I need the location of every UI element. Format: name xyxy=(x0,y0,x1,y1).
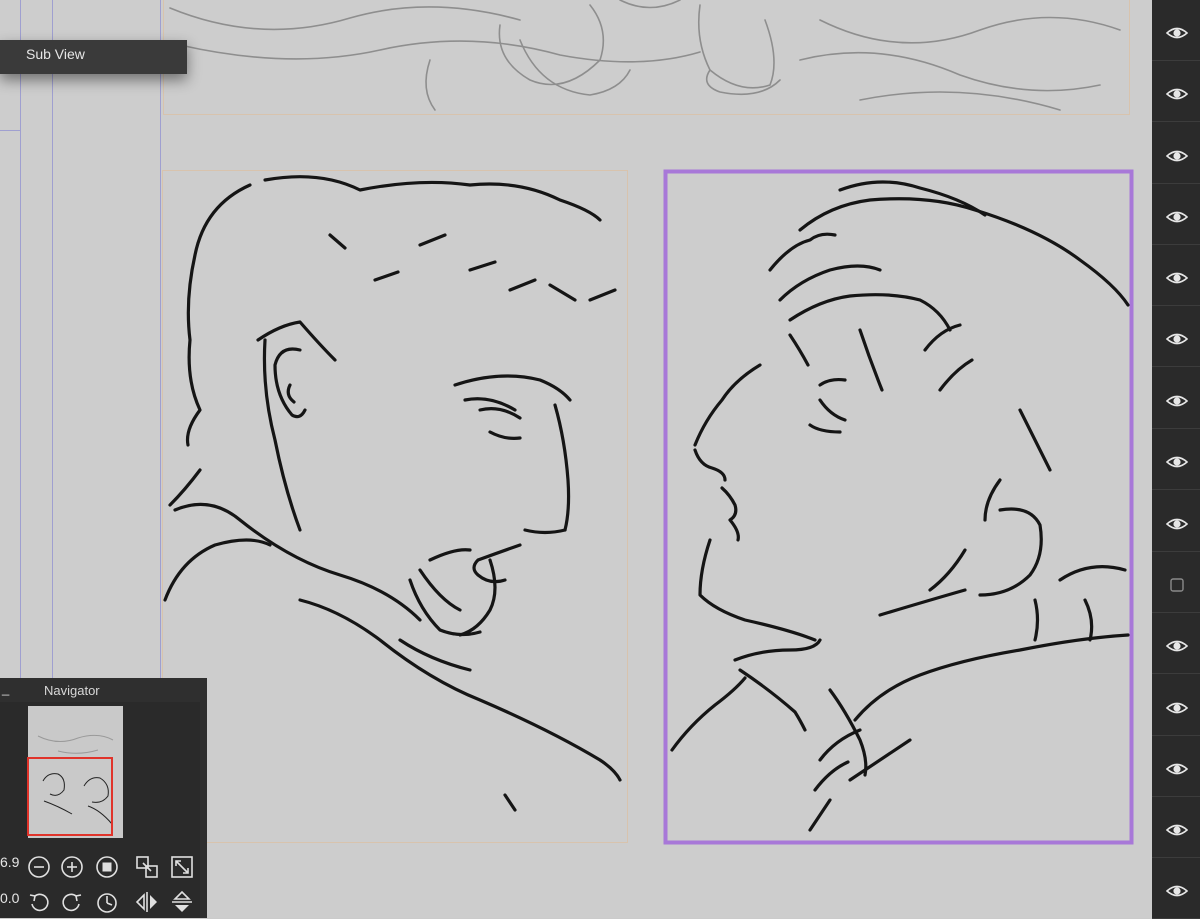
zoom-out-button[interactable] xyxy=(26,854,52,880)
visibility-eye-icon[interactable] xyxy=(1166,451,1188,473)
visibility-eye-icon[interactable] xyxy=(1166,390,1188,412)
rotate-right-icon[interactable] xyxy=(59,889,85,915)
layer-row[interactable] xyxy=(1152,184,1200,245)
visibility-checkbox-icon[interactable] xyxy=(1166,574,1188,596)
layer-row[interactable] xyxy=(1152,491,1200,552)
layer-row[interactable] xyxy=(1152,306,1200,367)
visibility-eye-icon[interactable] xyxy=(1166,206,1188,228)
visibility-eye-icon[interactable] xyxy=(1166,819,1188,841)
actual-size-icon[interactable] xyxy=(169,854,195,880)
layer-row[interactable] xyxy=(1152,429,1200,490)
zoom-in-button[interactable] xyxy=(59,854,85,880)
stop-icon[interactable] xyxy=(94,854,120,880)
flip-vertical-icon[interactable] xyxy=(169,889,195,915)
layer-row[interactable] xyxy=(1152,123,1200,184)
navigator-viewport-frame[interactable] xyxy=(27,757,113,836)
rotate-value[interactable]: 0.0 xyxy=(0,890,19,906)
visibility-eye-icon[interactable] xyxy=(1166,758,1188,780)
layer-row[interactable] xyxy=(1152,675,1200,736)
navigator-minimize-button[interactable]: _ xyxy=(2,681,9,696)
visibility-eye-icon[interactable] xyxy=(1166,83,1188,105)
reset-rotation-icon[interactable] xyxy=(94,889,120,915)
subview-palette[interactable]: Sub View xyxy=(0,40,187,74)
visibility-eye-icon[interactable] xyxy=(1166,697,1188,719)
visibility-eye-icon[interactable] xyxy=(1166,22,1188,44)
layer-row[interactable] xyxy=(1152,61,1200,122)
visibility-eye-icon[interactable] xyxy=(1166,635,1188,657)
rotate-left-icon[interactable] xyxy=(26,889,52,915)
visibility-eye-icon[interactable] xyxy=(1166,267,1188,289)
left-character-lineart xyxy=(163,175,622,812)
visibility-eye-icon[interactable] xyxy=(1166,145,1188,167)
right-character-lineart xyxy=(670,180,1130,832)
visibility-eye-icon[interactable] xyxy=(1166,513,1188,535)
layer-row[interactable] xyxy=(1152,0,1200,61)
layer-row[interactable] xyxy=(1152,245,1200,306)
visibility-eye-icon[interactable] xyxy=(1166,328,1188,350)
layer-row[interactable] xyxy=(1152,797,1200,858)
top-panel-sketch xyxy=(169,0,1121,111)
subview-title: Sub View xyxy=(26,46,85,62)
zoom-value[interactable]: 6.9 xyxy=(0,854,19,870)
navigator-title: Navigator xyxy=(44,683,100,698)
flip-horizontal-icon[interactable] xyxy=(134,889,160,915)
layer-row[interactable] xyxy=(1152,858,1200,919)
fit-to-window-icon[interactable] xyxy=(134,854,160,880)
layer-row[interactable] xyxy=(1152,368,1200,429)
layer-row[interactable] xyxy=(1152,736,1200,797)
layer-row[interactable] xyxy=(1152,552,1200,613)
layer-row[interactable] xyxy=(1152,613,1200,674)
visibility-eye-icon[interactable] xyxy=(1166,880,1188,902)
